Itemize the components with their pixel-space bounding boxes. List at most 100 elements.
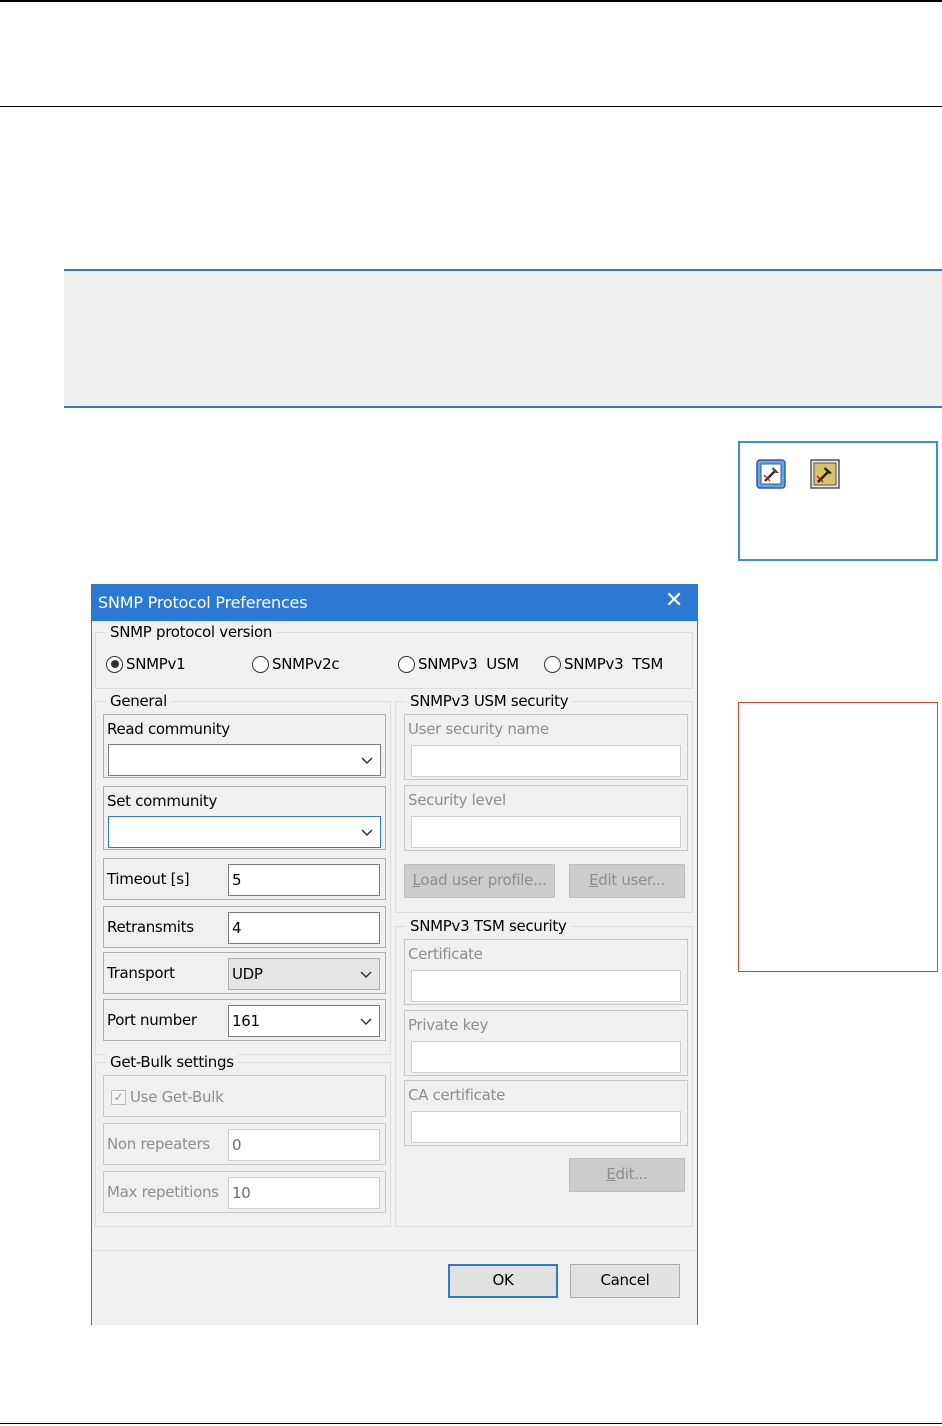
toolbar-icons-box	[738, 441, 938, 561]
snmp-preferences-dialog: SNMP Protocol Preferences ✕ SNMP protoco…	[91, 584, 698, 1325]
private-key-input[interactable]	[411, 1041, 681, 1073]
non-repeaters-value: 0	[232, 1136, 242, 1154]
general-group: General Read community Set community Tim…	[95, 692, 391, 1055]
max-repetitions-label: Max repetitions	[107, 1183, 219, 1201]
security-level-field: Security level	[404, 785, 688, 851]
retransmits-field: Retransmits 4	[103, 906, 386, 948]
radio-snmpv3-tsm[interactable]: SNMPv3 TSM	[544, 655, 663, 673]
chevron-down-icon	[361, 757, 373, 765]
edit-button[interactable]: Edit...	[569, 1158, 685, 1192]
radio-button[interactable]	[398, 655, 415, 673]
dialog-title: SNMP Protocol Preferences	[98, 593, 308, 612]
ca-certificate-input[interactable]	[411, 1111, 681, 1143]
tsm-group: SNMPv3 TSM security Certificate Private …	[395, 917, 693, 1227]
ca-certificate-label: CA certificate	[408, 1086, 505, 1104]
tsm-group-legend: SNMPv3 TSM security	[406, 917, 571, 935]
usm-group: SNMPv3 USM security User security name S…	[395, 692, 693, 913]
max-repetitions-field: Max repetitions 10	[103, 1171, 386, 1213]
ok-button[interactable]: OK	[448, 1264, 558, 1298]
general-group-legend: General	[106, 692, 172, 710]
retransmits-label: Retransmits	[107, 918, 194, 936]
ok-label: OK	[492, 1271, 514, 1289]
edit-user-label: dit user...	[598, 871, 665, 889]
ca-certificate-field: CA certificate	[404, 1080, 688, 1146]
radio-button[interactable]	[252, 655, 269, 673]
cancel-label: Cancel	[600, 1271, 650, 1289]
timeout-input[interactable]: 5	[228, 864, 380, 896]
radio-label: SNMPv3 USM	[418, 655, 519, 673]
note-box	[64, 269, 942, 408]
edit-label: dit...	[615, 1165, 648, 1183]
radio-snmpv2c[interactable]: SNMPv2c	[252, 655, 340, 673]
check-icon[interactable]: ✓	[111, 1089, 126, 1105]
timeout-label: Timeout [s]	[107, 870, 190, 888]
title-bar: SNMP Protocol Preferences ✕	[92, 585, 697, 621]
read-community-field: Read community	[103, 714, 386, 778]
set-community-label: Set community	[107, 792, 218, 810]
port-combo[interactable]: 161	[228, 1005, 380, 1037]
chevron-down-icon	[361, 829, 373, 837]
max-repetitions-value: 10	[232, 1184, 251, 1202]
snmp-preferences-icon	[756, 459, 786, 489]
transport-combo[interactable]: UDP	[228, 958, 380, 990]
max-repetitions-input[interactable]: 10	[228, 1177, 380, 1209]
radio-label: SNMPv2c	[272, 655, 340, 673]
close-icon[interactable]: ✕	[665, 590, 683, 612]
retransmits-value: 4	[232, 919, 242, 937]
chevron-down-icon	[360, 971, 372, 979]
dialog-footer: OK Cancel	[92, 1251, 697, 1325]
load-user-profile-label: oad user profile...	[420, 871, 547, 889]
user-security-name-input[interactable]	[411, 745, 681, 777]
getbulk-group-legend: Get-Bulk settings	[106, 1053, 238, 1071]
use-getbulk-label: Use Get-Bulk	[130, 1088, 224, 1106]
use-getbulk-checkbox[interactable]: ✓ Use Get-Bulk	[111, 1088, 224, 1106]
transport-label: Transport	[107, 964, 175, 982]
use-getbulk-field: ✓ Use Get-Bulk	[103, 1075, 386, 1117]
private-key-label: Private key	[408, 1016, 489, 1034]
transport-field: Transport UDP	[103, 952, 386, 994]
snmp-preferences-disabled-icon	[810, 459, 840, 489]
non-repeaters-field: Non repeaters 0	[103, 1123, 386, 1165]
port-value: 161	[232, 1012, 260, 1030]
transport-value: UDP	[232, 965, 263, 983]
port-field: Port number 161	[103, 999, 386, 1041]
edit-user-button[interactable]: Edit user...	[569, 864, 685, 898]
chevron-down-icon	[360, 1018, 372, 1026]
edit-user-mnemonic: E	[589, 871, 599, 889]
certificate-label: Certificate	[408, 945, 483, 963]
timeout-field: Timeout [s] 5	[103, 858, 386, 900]
read-community-label: Read community	[107, 720, 230, 738]
radio-snmpv1[interactable]: SNMPv1	[106, 655, 186, 673]
timeout-value: 5	[232, 871, 242, 889]
user-security-name-label: User security name	[408, 720, 549, 738]
non-repeaters-input[interactable]: 0	[228, 1129, 380, 1161]
certificate-input[interactable]	[411, 970, 681, 1002]
radio-snmpv3-usm[interactable]: SNMPv3 USM	[398, 655, 519, 673]
red-outline-box	[738, 702, 938, 972]
getbulk-group: Get-Bulk settings ✓ Use Get-Bulk Non rep…	[95, 1053, 391, 1227]
read-community-combo[interactable]	[108, 744, 381, 776]
port-label: Port number	[107, 1011, 197, 1029]
cancel-button[interactable]: Cancel	[570, 1264, 680, 1298]
page-top-rule	[0, 0, 942, 2]
radio-label: SNMPv3 TSM	[564, 655, 664, 673]
radio-label: SNMPv1	[126, 655, 186, 673]
retransmits-input[interactable]: 4	[228, 912, 380, 944]
set-community-combo[interactable]	[108, 816, 381, 848]
non-repeaters-label: Non repeaters	[107, 1135, 210, 1153]
edit-mnemonic: E	[606, 1165, 616, 1183]
certificate-field: Certificate	[404, 939, 688, 1005]
version-group: SNMP protocol version SNMPv1 SNMPv2c SNM…	[95, 623, 693, 689]
private-key-field: Private key	[404, 1010, 688, 1076]
radio-button[interactable]	[106, 655, 123, 673]
security-level-input[interactable]	[411, 816, 681, 848]
page-header-rule	[0, 106, 942, 107]
security-level-label: Security level	[408, 791, 506, 809]
usm-group-legend: SNMPv3 USM security	[406, 692, 573, 710]
page-bottom-rule	[0, 1423, 942, 1424]
user-security-name-field: User security name	[404, 714, 688, 780]
radio-button[interactable]	[544, 655, 561, 673]
version-group-legend: SNMP protocol version	[106, 623, 277, 641]
set-community-field: Set community	[103, 786, 386, 850]
load-user-profile-button[interactable]: Load user profile...	[404, 864, 555, 898]
